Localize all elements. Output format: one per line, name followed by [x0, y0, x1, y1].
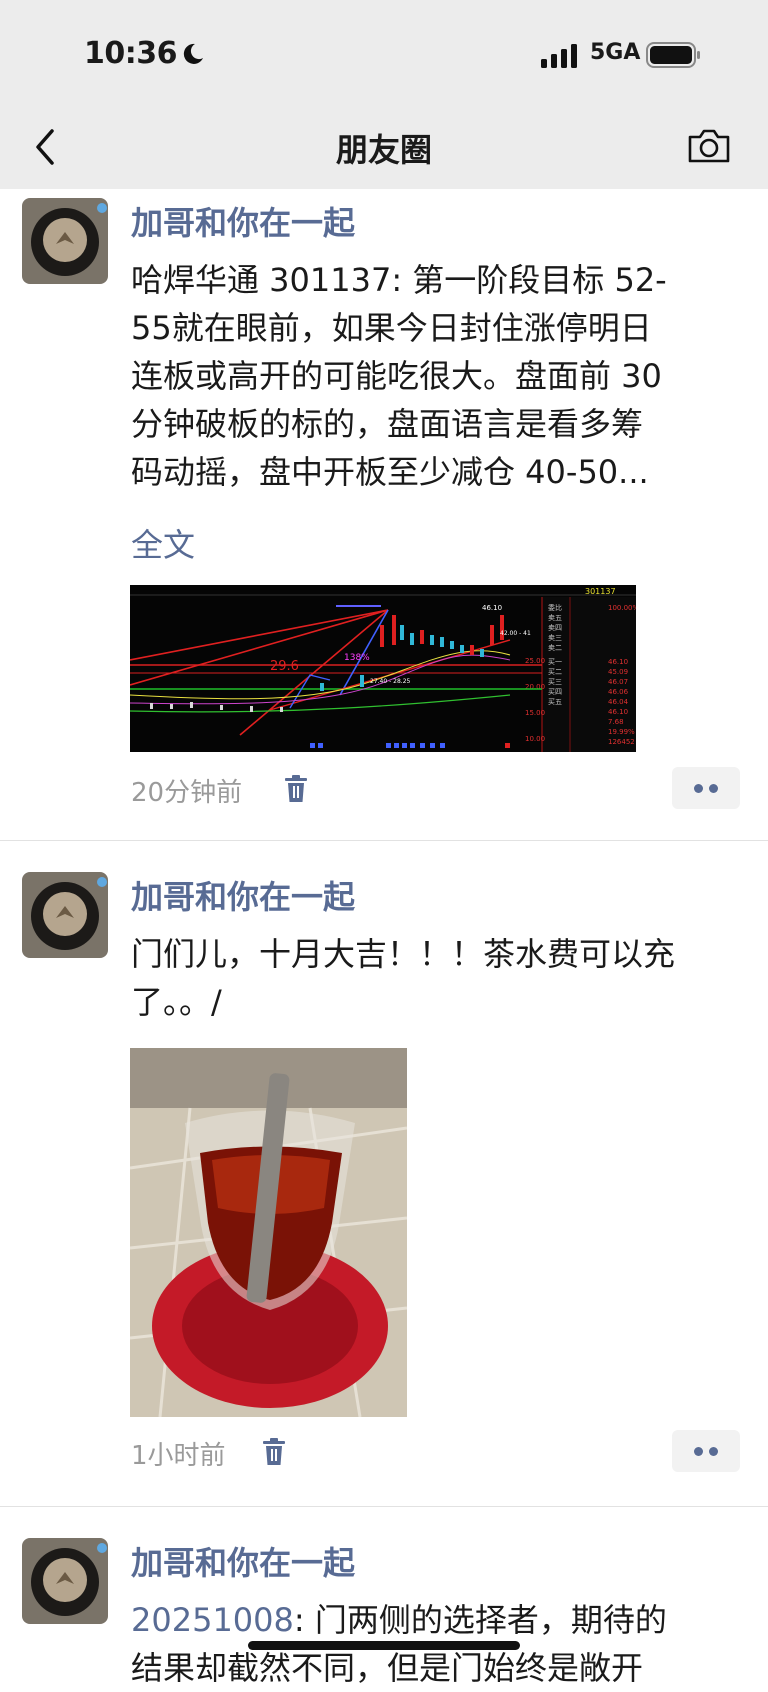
more-button[interactable] — [672, 1430, 740, 1472]
post-author[interactable]: 加哥和你在一起 — [131, 1538, 355, 1584]
svg-text:卖四: 卖四 — [548, 624, 562, 632]
svg-text:46.07: 46.07 — [608, 678, 628, 686]
chart-annotation: 138% — [344, 653, 370, 663]
chart-axis-label: 15.00 — [525, 709, 545, 717]
svg-text:100.00%: 100.00% — [608, 604, 636, 612]
svg-text:46.10: 46.10 — [608, 708, 628, 716]
avatar[interactable] — [22, 198, 108, 284]
svg-text:45.09: 45.09 — [608, 668, 628, 676]
post-content-line: 结果却截然不同，但是门始终是敞开 — [131, 1649, 644, 1687]
cellular-signal-icon — [541, 44, 577, 68]
full-text-link[interactable]: 全文 — [131, 520, 195, 566]
svg-text:7.68: 7.68 — [608, 718, 624, 726]
chart-annotation: 29.6 — [270, 659, 299, 674]
svg-text:卖二: 卖二 — [548, 644, 562, 652]
post-content-line: 连板或高开的可能吃很大。盘面前 30 — [131, 357, 662, 395]
network-type: 5GA — [590, 40, 641, 65]
more-button[interactable] — [672, 767, 740, 809]
stock-chart-image[interactable]: 301137 100.00% 46.10 45.09 46.07 46.06 4… — [130, 585, 636, 752]
more-dot-icon — [709, 784, 718, 793]
svg-text:买五: 买五 — [548, 698, 562, 706]
date-link[interactable]: 20251008 — [131, 1601, 294, 1639]
chart-annotation: 42.00 - 41 — [500, 630, 531, 637]
page-title: 朋友圈 — [335, 131, 432, 169]
svg-text:46.06: 46.06 — [608, 688, 629, 696]
post-author[interactable]: 加哥和你在一起 — [131, 872, 355, 918]
post-time: 1小时前 — [131, 1441, 226, 1471]
more-dot-icon — [694, 784, 703, 793]
camera-icon[interactable] — [686, 125, 732, 165]
divider — [0, 1506, 768, 1507]
battery-icon — [646, 42, 700, 68]
post-content: 门们儿，十月大吉！！！茶水费可以充 了。。/ — [131, 930, 736, 1026]
svg-text:买一: 买一 — [548, 658, 562, 666]
chart-axis-label: 20.00 — [525, 683, 545, 691]
status-time: 10:36 — [84, 36, 178, 71]
post-content-line: 分钟破板的标的，盘面语言是看多筹 — [131, 405, 644, 443]
more-dot-icon — [694, 1447, 703, 1456]
chart-axis-label: 10.00 — [525, 735, 545, 743]
home-indicator — [248, 1641, 520, 1650]
post-content-line: 门们儿，十月大吉！！！茶水费可以充 — [131, 935, 676, 973]
chart-stock-code: 301137 — [585, 587, 616, 596]
svg-text:46.04: 46.04 — [608, 698, 629, 706]
chart-annotation: 27.40 - 28.25 — [370, 678, 411, 685]
post-content-line: 55就在眼前，如果今日封住涨停明日 — [131, 309, 652, 347]
avatar[interactable] — [22, 1538, 108, 1624]
post-content-line: 20251008: 门两侧的选择者，期待的 — [131, 1601, 667, 1639]
chart-axis-label: 25.00 — [525, 657, 545, 665]
svg-text:买四: 买四 — [548, 688, 562, 696]
svg-text:卖五: 卖五 — [548, 614, 562, 622]
svg-text:46.10: 46.10 — [608, 658, 628, 666]
post-content-line: 了。。/ — [131, 983, 222, 1021]
status-bar: 10:36 5GA — [0, 0, 768, 105]
trash-icon[interactable] — [262, 1438, 286, 1466]
more-dot-icon — [709, 1447, 718, 1456]
chart-annotation: 46.10 — [482, 604, 502, 612]
post-author[interactable]: 加哥和你在一起 — [131, 198, 355, 244]
post-content: 哈焊华通 301137: 第一阶段目标 52- 55就在眼前，如果今日封住涨停明… — [131, 256, 736, 496]
svg-text:19.99%: 19.99% — [608, 728, 635, 736]
tea-photo-image[interactable] — [130, 1048, 407, 1417]
divider — [0, 840, 768, 841]
nav-bar: 朋友圈 — [0, 105, 768, 189]
post-time: 20分钟前 — [131, 778, 243, 808]
svg-text:卖三: 卖三 — [548, 634, 562, 642]
moon-icon — [183, 43, 203, 64]
trash-icon[interactable] — [284, 775, 308, 803]
svg-text:委比: 委比 — [548, 603, 562, 612]
svg-text:买二: 买二 — [548, 668, 562, 676]
svg-text:买三: 买三 — [548, 678, 562, 686]
avatar[interactable] — [22, 872, 108, 958]
svg-text:126452: 126452 — [608, 738, 635, 746]
post-content-line: 码动摇，盘中开板至少减仓 40-50... — [131, 453, 649, 491]
post-content-line: 哈焊华通 301137: 第一阶段目标 52- — [131, 261, 667, 299]
